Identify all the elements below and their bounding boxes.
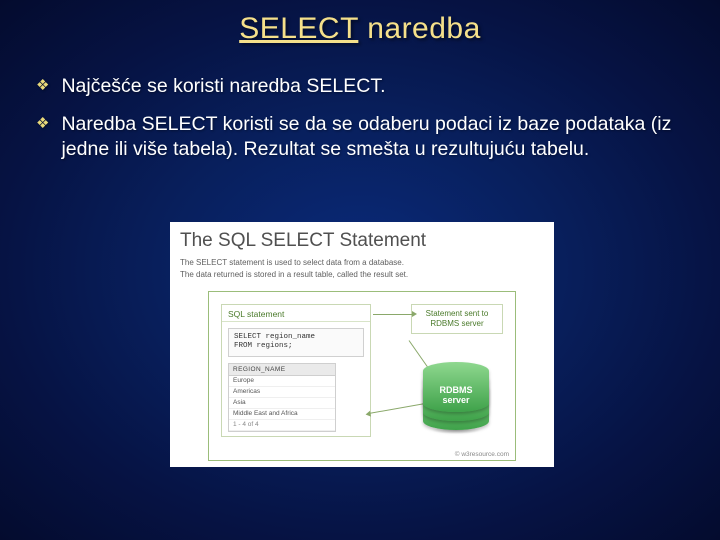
- result-table: REGION_NAME Europe Americas Asia Middle …: [228, 363, 336, 432]
- db-label: RDBMS server: [423, 386, 489, 406]
- arrow-icon: [373, 314, 413, 315]
- bullet-text: Naredba SELECT koristi se da se odaberu …: [61, 112, 694, 161]
- figure-paragraph: The SELECT statement is used to select d…: [170, 256, 554, 268]
- sql-code: SELECT region_name FROM regions;: [228, 328, 364, 357]
- sql-line: SELECT region_name: [234, 333, 358, 342]
- figure-heading: The SQL SELECT Statement: [170, 222, 554, 256]
- arrow-icon: [369, 403, 424, 414]
- result-footer: 1 - 4 of 4: [229, 420, 335, 431]
- title-select: SELECT: [239, 12, 358, 45]
- bullet-item: ❖ Naredba SELECT koristi se da se odaber…: [36, 112, 694, 161]
- slide-title: SELECT naredba: [0, 0, 720, 46]
- bullet-list: ❖ Najčešće se koristi naredba SELECT. ❖ …: [0, 74, 720, 161]
- sql-statement-box: SQL statement SELECT region_name FROM re…: [221, 304, 371, 437]
- right-box-line: RDBMS server: [418, 319, 496, 329]
- sql-line: FROM regions;: [234, 342, 358, 351]
- title-rest: naredba: [358, 12, 480, 45]
- db-label-line: server: [423, 396, 489, 406]
- right-box-line: Statement sent to: [418, 309, 496, 319]
- select-diagram: SQL statement SELECT region_name FROM re…: [208, 291, 516, 461]
- database-icon: RDBMS server: [423, 362, 489, 430]
- statement-sent-box: Statement sent to RDBMS server: [411, 304, 503, 334]
- bullet-text: Najčešće se koristi naredba SELECT.: [61, 74, 385, 98]
- bullet-item: ❖ Najčešće se koristi naredba SELECT.: [36, 74, 694, 98]
- figure-paragraph: The data returned is stored in a result …: [170, 268, 554, 280]
- diamond-bullet-icon: ❖: [36, 77, 49, 96]
- result-row: Middle East and Africa: [229, 409, 335, 420]
- figure-credit: © w3resource.com: [455, 451, 509, 458]
- diamond-bullet-icon: ❖: [36, 115, 49, 134]
- result-row: Asia: [229, 398, 335, 409]
- result-header: REGION_NAME: [229, 364, 335, 376]
- result-row: Americas: [229, 387, 335, 398]
- figure-panel: The SQL SELECT Statement The SELECT stat…: [170, 222, 554, 467]
- sql-box-title: SQL statement: [222, 305, 370, 322]
- result-row: Europe: [229, 376, 335, 387]
